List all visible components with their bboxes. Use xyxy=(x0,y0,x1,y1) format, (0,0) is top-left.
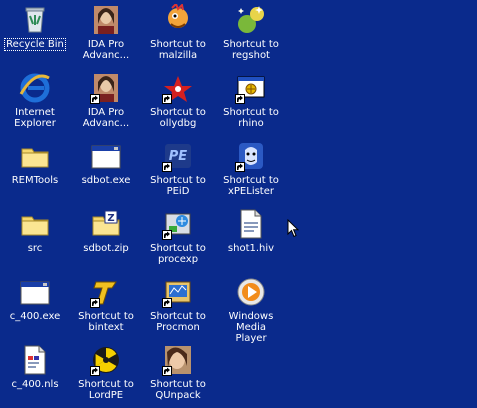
desktop-icon[interactable]: Windows Media Player xyxy=(215,274,287,344)
desktop-icon-label: sdbot.zip xyxy=(83,243,129,254)
desktop-icon-label: Windows Media Player xyxy=(228,311,274,344)
xpelister-icon xyxy=(235,140,267,172)
desktop-icon[interactable]: c_400.exe xyxy=(0,274,71,340)
desktop-icon-label: IDA Pro Advanc... xyxy=(82,107,130,129)
desktop-icon-label: Shortcut to Procmon xyxy=(150,311,206,333)
recycle-bin-icon xyxy=(19,4,51,36)
shortcut-arrow-icon xyxy=(90,366,100,376)
ollydbg-icon xyxy=(162,72,194,104)
folder-icon xyxy=(19,208,51,240)
desktop-icon[interactable]: Shortcut to ollydbg xyxy=(142,70,214,136)
desktop-icon[interactable]: PE Shortcut to PEiD xyxy=(142,138,214,204)
desktop-icon[interactable]: IDA Pro Advanc... xyxy=(70,70,142,136)
desktop-icon[interactable]: REMTools xyxy=(0,138,71,204)
desktop-icon-label: Shortcut to PEiD xyxy=(150,175,206,197)
media-player-icon xyxy=(235,276,267,308)
procexp-icon xyxy=(162,208,194,240)
desktop-icon-label: src xyxy=(27,243,43,254)
shortcut-arrow-icon xyxy=(235,162,245,172)
desktop-icon-label: Shortcut to malzilla xyxy=(150,39,206,61)
desktop-icon[interactable]: Shortcut to malzilla xyxy=(142,2,214,68)
desktop-icon[interactable]: Shortcut to xPELister xyxy=(215,138,287,204)
desktop-icon[interactable]: Shortcut to Procmon xyxy=(142,274,214,340)
internet-explorer-icon xyxy=(19,72,51,104)
zip-folder-icon: Z xyxy=(90,208,122,240)
desktop-icon[interactable]: c_400.nls xyxy=(0,342,71,408)
desktop-icon-label: Shortcut to QUnpack xyxy=(150,379,206,401)
regshot-icon xyxy=(235,4,267,36)
desktop-icon-label: Shortcut to bintext xyxy=(78,311,134,333)
desktop-icon[interactable]: Shortcut to bintext xyxy=(70,274,142,340)
desktop-icon-label: sdbot.exe xyxy=(81,175,131,186)
shortcut-arrow-icon xyxy=(162,162,172,172)
shortcut-arrow-icon xyxy=(90,298,100,308)
desktop-icon[interactable]: Zsdbot.zip xyxy=(70,206,142,272)
desktop-icon[interactable]: Shortcut to LordPE xyxy=(70,342,142,408)
desktop-icon-label: Shortcut to ollydbg xyxy=(150,107,206,129)
qunpack-icon xyxy=(162,344,194,376)
peid-icon: PE xyxy=(162,140,194,172)
desktop-icon[interactable]: shot1.hiv xyxy=(215,206,287,272)
rhino-icon xyxy=(235,72,267,104)
shortcut-arrow-icon xyxy=(162,366,172,376)
desktop-icon[interactable]: Shortcut to procexp xyxy=(142,206,214,272)
ida-pro-icon xyxy=(90,72,122,104)
ida-pro-icon xyxy=(90,4,122,36)
desktop-icon-label: Shortcut to LordPE xyxy=(78,379,134,401)
desktop-icon-label: Shortcut to procexp xyxy=(150,243,206,265)
desktop-icon[interactable]: Shortcut to rhino xyxy=(215,70,287,136)
malzilla-icon xyxy=(162,4,194,36)
folder-icon xyxy=(19,140,51,172)
desktop-icon-label: c_400.exe xyxy=(9,311,61,322)
hiv-file-icon xyxy=(235,208,267,240)
desktop-icon[interactable]: Recycle Bin xyxy=(0,2,71,68)
desktop-icon-label: Shortcut to rhino xyxy=(223,107,279,129)
shortcut-arrow-icon xyxy=(162,94,172,104)
desktop[interactable]: Recycle Bin IDA Pro Advanc... Shortcut to … xyxy=(0,0,477,404)
desktop-icon-label: c_400.nls xyxy=(11,379,59,390)
desktop-icon[interactable]: IDA Pro Advanc... xyxy=(70,2,142,68)
desktop-icon[interactable]: Shortcut to QUnpack xyxy=(142,342,214,408)
shortcut-arrow-icon xyxy=(90,94,100,104)
svg-text:Z: Z xyxy=(107,213,114,224)
desktop-icon-label: REMTools xyxy=(11,175,59,186)
desktop-icon-label: Internet Explorer xyxy=(14,107,56,129)
nls-file-icon xyxy=(19,344,51,376)
desktop-icon-label: Shortcut to regshot xyxy=(223,39,279,61)
desktop-icon[interactable]: Shortcut to regshot xyxy=(215,2,287,68)
bintext-icon xyxy=(90,276,122,308)
exe-window-icon xyxy=(90,140,122,172)
desktop-icon-label: shot1.hiv xyxy=(227,243,275,254)
shortcut-arrow-icon xyxy=(162,230,172,240)
desktop-icon[interactable]: sdbot.exe xyxy=(70,138,142,204)
desktop-icon[interactable]: src xyxy=(0,206,71,272)
desktop-icon[interactable]: Internet Explorer xyxy=(0,70,71,136)
desktop-icon-label: Recycle Bin xyxy=(4,38,66,51)
shortcut-arrow-icon xyxy=(162,298,172,308)
exe-window-icon xyxy=(19,276,51,308)
desktop-icon-label: Shortcut to xPELister xyxy=(223,175,279,197)
procmon-icon xyxy=(162,276,194,308)
desktop-icon-label: IDA Pro Advanc... xyxy=(82,39,130,61)
lordpe-icon xyxy=(90,344,122,376)
shortcut-arrow-icon xyxy=(235,94,245,104)
mouse-cursor-icon xyxy=(287,219,299,238)
